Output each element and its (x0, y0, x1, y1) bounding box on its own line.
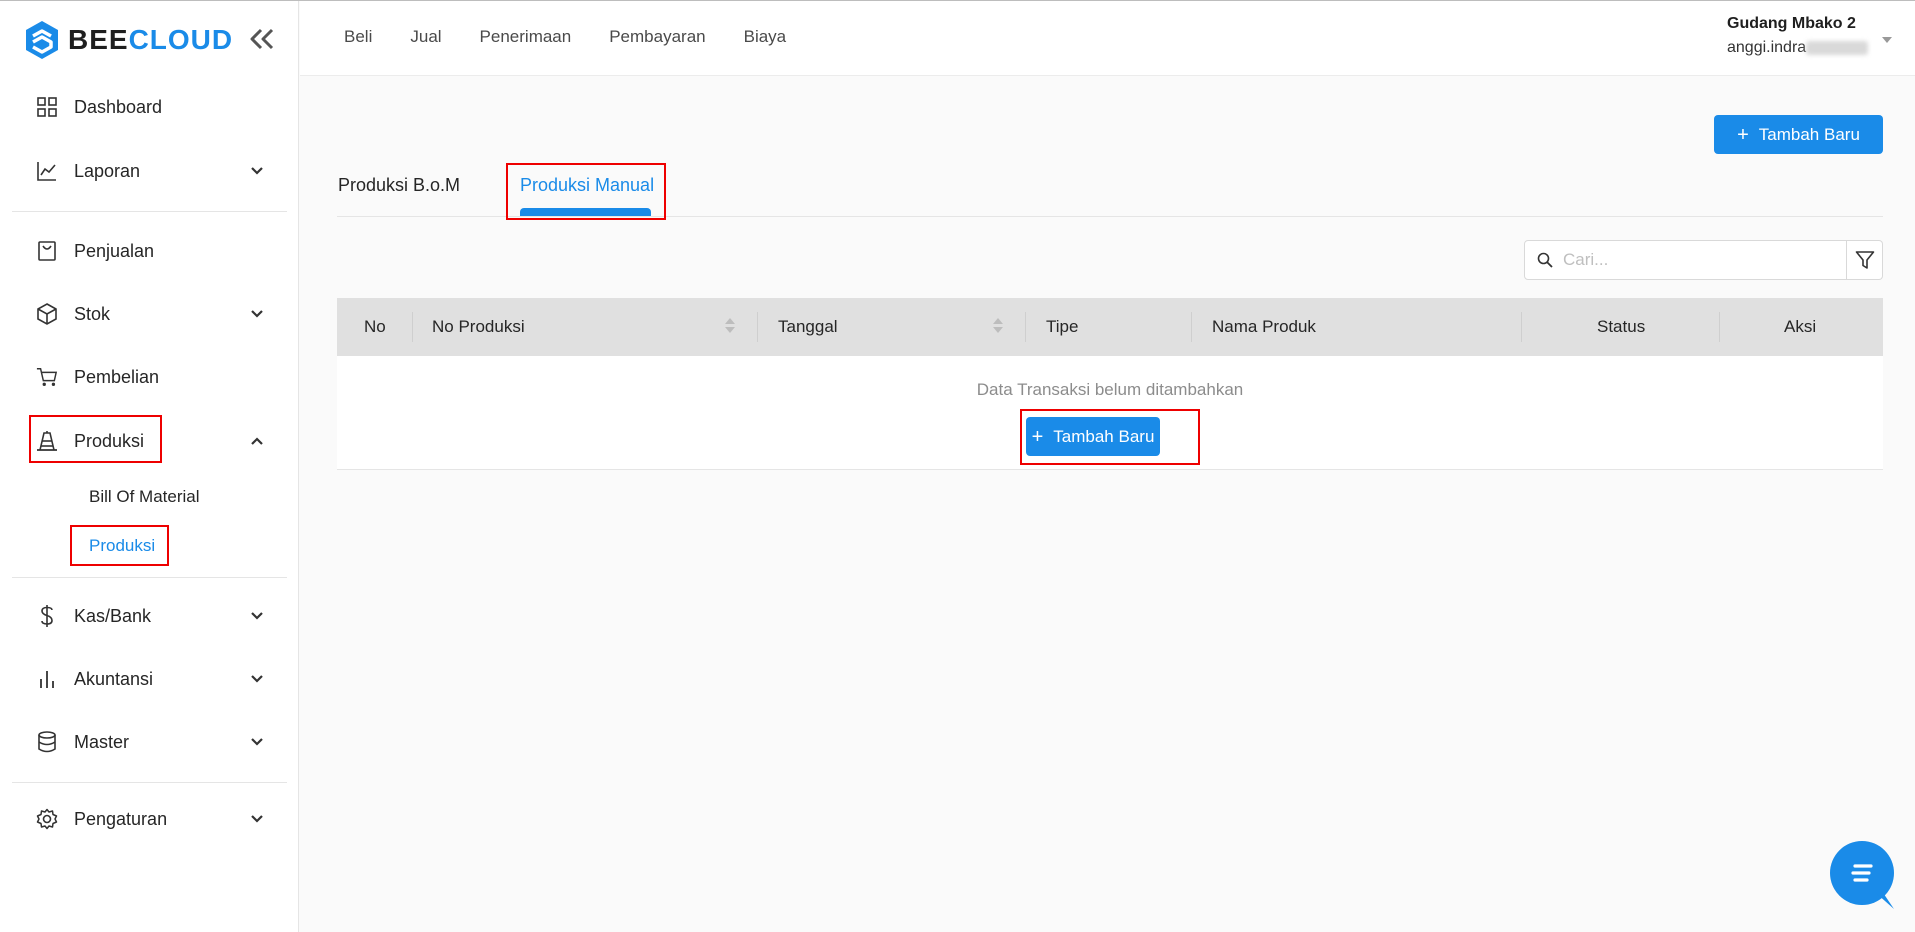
column-header-aksi: Aksi (1784, 317, 1817, 336)
tab-produksi-manual[interactable]: Produksi Manual (520, 175, 654, 196)
bar-chart-icon (36, 668, 58, 690)
table-body-empty: Data Transaksi belum ditambahkan + Tamba… (337, 356, 1883, 470)
column-separator (1191, 312, 1192, 342)
sidebar-item-akuntansi[interactable]: Akuntansi (36, 657, 266, 701)
top-nav: Beli Jual Penerimaan Pembayaran Biaya (344, 27, 786, 47)
box-icon (36, 303, 58, 325)
gear-icon (36, 808, 58, 830)
column-separator (1521, 312, 1522, 342)
add-new-button[interactable]: + Tambah Baru (1714, 115, 1883, 154)
sidebar-item-kas-bank[interactable]: Kas/Bank (36, 594, 266, 638)
topnav-beli[interactable]: Beli (344, 27, 372, 47)
chevron-down-icon (248, 305, 266, 323)
sidebar-divider (12, 211, 287, 212)
sidebar-divider (12, 782, 287, 783)
topnav-pembayaran[interactable]: Pembayaran (609, 27, 705, 47)
search-icon (1537, 252, 1553, 268)
sidebar-subitem-bill-of-material[interactable]: Bill Of Material (89, 487, 200, 507)
brand-name: BEECLOUD (68, 24, 234, 55)
chevron-down-icon (248, 670, 266, 688)
column-header-no: No (364, 317, 386, 336)
database-icon (36, 731, 58, 753)
active-tab-indicator (520, 208, 651, 216)
collapse-sidebar-button[interactable] (246, 23, 278, 55)
topnav-penerimaan[interactable]: Penerimaan (480, 27, 572, 47)
sidebar-item-pengaturan[interactable]: Pengaturan (36, 797, 266, 841)
column-header-no-produksi[interactable]: No Produksi (432, 298, 525, 356)
empty-state-text: Data Transaksi belum ditambahkan (976, 380, 1244, 399)
sidebar: BEECLOUD Dashboard Laporan Penjualan Sto… (0, 1, 299, 932)
sidebar-item-stok[interactable]: Stok (36, 292, 266, 336)
sidebar-item-penjualan[interactable]: Penjualan (36, 229, 266, 273)
plus-icon: + (1737, 123, 1749, 146)
search-input[interactable] (1563, 250, 1823, 270)
brand-logo[interactable]: BEECLOUD (24, 19, 233, 61)
user-menu[interactable]: Gudang Mbako 2 anggi.indra (1727, 15, 1869, 57)
empty-state-add-button[interactable]: + Tambah Baru (1026, 417, 1160, 456)
sort-icon[interactable] (993, 318, 1003, 333)
dashboard-grid-icon (36, 96, 58, 118)
search-box[interactable] (1524, 240, 1847, 280)
topnav-biaya[interactable]: Biaya (744, 27, 787, 47)
chevron-down-icon (248, 810, 266, 828)
chat-support-button[interactable] (1830, 841, 1894, 905)
user-email: anggi.indra (1727, 39, 1869, 57)
sidebar-item-pembelian[interactable]: Pembelian (36, 355, 266, 399)
production-tabs: Produksi B.o.M Produksi Manual (337, 160, 1883, 217)
sidebar-item-laporan[interactable]: Laporan (36, 149, 266, 193)
chevron-down-icon (248, 733, 266, 751)
dollar-icon (36, 605, 58, 627)
chat-icon (1851, 864, 1873, 882)
sidebar-subitem-produksi[interactable]: Produksi (89, 536, 155, 556)
table-header: No No Produksi Tanggal Tipe Nama Produk … (337, 298, 1883, 356)
sidebar-item-master[interactable]: Master (36, 720, 266, 764)
production-icon (36, 430, 58, 452)
filter-button[interactable] (1847, 240, 1883, 280)
column-separator (412, 312, 413, 342)
cart-icon (36, 366, 58, 388)
column-header-nama-produk: Nama Produk (1212, 317, 1316, 336)
sidebar-divider (12, 577, 287, 578)
plus-icon: + (1031, 425, 1044, 448)
column-separator (1025, 312, 1026, 342)
top-bar: Beli Jual Penerimaan Pembayaran Biaya Gu… (300, 1, 1915, 76)
sort-icon[interactable] (725, 318, 735, 333)
chevron-up-icon (248, 432, 266, 450)
sidebar-item-produksi[interactable]: Produksi (36, 419, 266, 463)
chevron-down-icon (248, 162, 266, 180)
chevron-down-icon (248, 607, 266, 625)
column-header-tipe: Tipe (1046, 317, 1079, 336)
caret-down-icon[interactable] (1882, 37, 1892, 43)
column-separator (757, 312, 758, 342)
production-table: No No Produksi Tanggal Tipe Nama Produk … (337, 298, 1883, 470)
column-header-status: Status (1597, 317, 1646, 336)
column-header-tanggal[interactable]: Tanggal (778, 298, 838, 356)
double-chevron-left-icon (250, 28, 274, 50)
topnav-jual[interactable]: Jual (410, 27, 441, 47)
column-separator (1719, 312, 1720, 342)
redacted-email (1806, 40, 1869, 55)
beecloud-logo-icon (26, 21, 58, 59)
filter-icon (1855, 251, 1874, 269)
line-chart-icon (36, 160, 58, 182)
sidebar-item-dashboard[interactable]: Dashboard (36, 85, 266, 129)
tab-produksi-bom[interactable]: Produksi B.o.M (338, 175, 460, 196)
shopping-bag-icon (36, 240, 58, 262)
warehouse-name: Gudang Mbako 2 (1727, 15, 1856, 32)
